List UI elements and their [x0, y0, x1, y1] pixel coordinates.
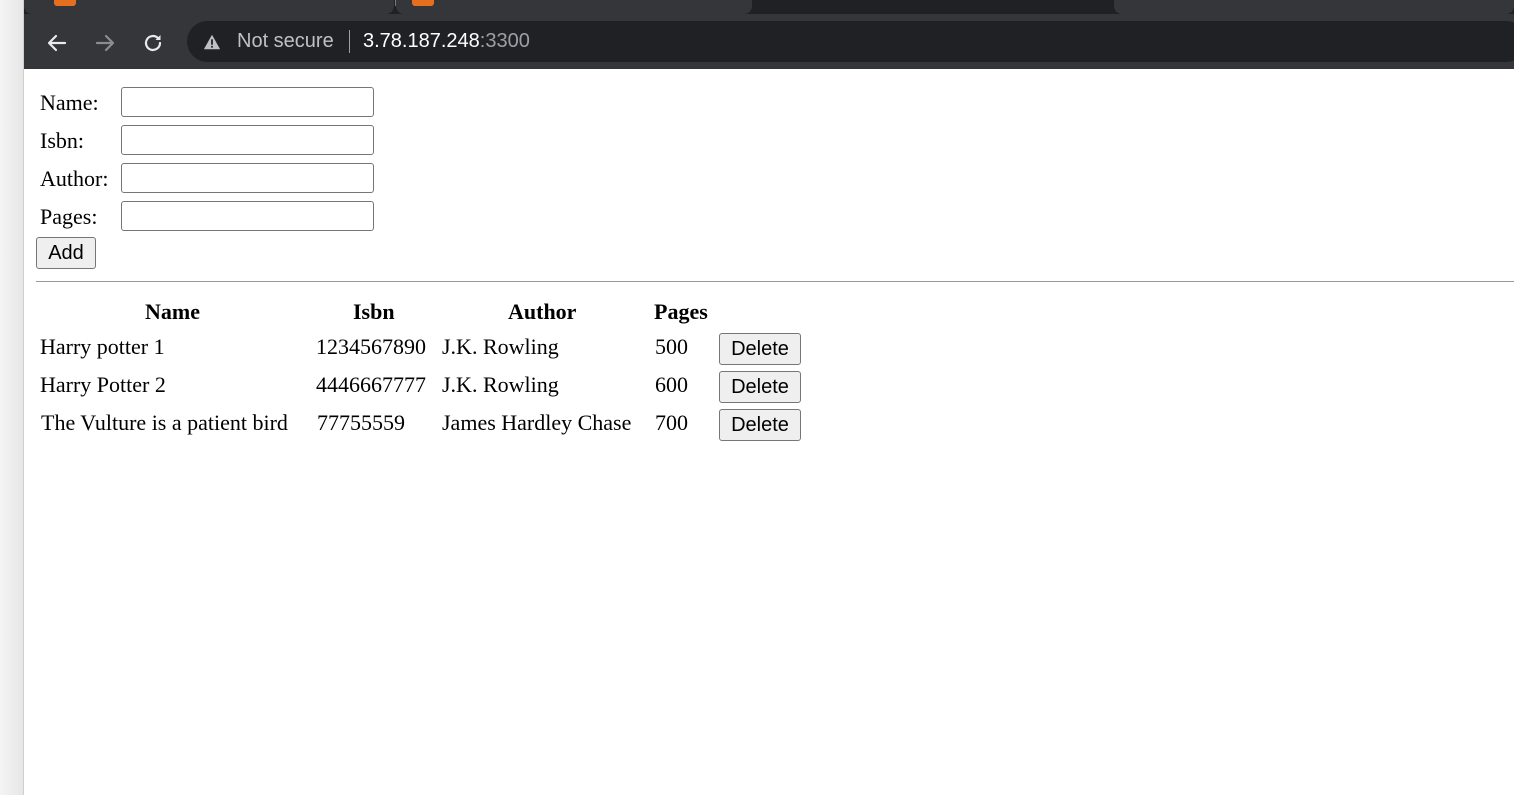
- author-form-row: Author:: [40, 162, 374, 196]
- table-header-pages: Pages: [654, 299, 708, 324]
- table-cell-author: J.K. Rowling: [442, 334, 559, 359]
- table-cell-isbn: 77755559: [317, 410, 405, 435]
- window-left-edge: [0, 0, 24, 795]
- table-cell-isbn: 4446667777: [316, 372, 426, 397]
- horizontal-divider: [36, 281, 1514, 282]
- tab-favicon-icon: [412, 0, 434, 6]
- browser-tab-3[interactable]: [1114, 0, 1514, 14]
- table-cell-name: The Vulture is a patient bird: [41, 410, 288, 435]
- name-label: Name:: [40, 90, 99, 115]
- url-port: :3300: [479, 30, 530, 52]
- table-cell-pages: 500: [655, 334, 688, 359]
- browser-toolbar: Not secure 3.78.187.248:3300: [24, 14, 1514, 69]
- pages-input[interactable]: [121, 201, 374, 231]
- omnibox-divider: [349, 30, 350, 53]
- arrow-right-icon: [95, 34, 115, 52]
- author-label: Author:: [40, 166, 109, 191]
- page-content: Name: Isbn: Author: Pages: Add Name Isbn…: [24, 69, 1514, 795]
- table-header-isbn: Isbn: [353, 299, 395, 324]
- url-host: 3.78.187.248: [363, 30, 480, 52]
- delete-button[interactable]: Delete: [719, 371, 801, 403]
- add-button[interactable]: Add: [36, 237, 96, 269]
- isbn-label: Isbn:: [40, 128, 84, 153]
- table-cell-isbn: 1234567890: [316, 334, 426, 359]
- name-form-row: Name:: [40, 86, 374, 120]
- forward-button[interactable]: [90, 28, 120, 58]
- reload-icon: [144, 34, 162, 52]
- delete-button[interactable]: Delete: [719, 409, 801, 441]
- table-cell-author: J.K. Rowling: [442, 372, 559, 397]
- table-cell-name: Harry Potter 2: [40, 372, 166, 397]
- table-cell-pages: 600: [655, 372, 688, 397]
- warning-triangle-icon: [203, 34, 221, 50]
- browser-tab-1[interactable]: [24, 0, 394, 14]
- tab-favicon-icon: [54, 0, 76, 6]
- address-bar[interactable]: Not secure 3.78.187.248:3300: [187, 21, 1514, 62]
- isbn-form-row: Isbn:: [40, 124, 374, 158]
- table-cell-author: James Hardley Chase: [442, 410, 632, 435]
- browser-tab-2[interactable]: [396, 0, 752, 14]
- pages-label: Pages:: [40, 204, 98, 229]
- reload-button[interactable]: [138, 28, 168, 58]
- arrow-left-icon: [47, 34, 67, 52]
- table-header-name: Name: [145, 299, 200, 324]
- url-text[interactable]: 3.78.187.248:3300: [363, 30, 530, 53]
- back-button[interactable]: [42, 28, 72, 58]
- pages-form-row: Pages:: [40, 200, 374, 234]
- author-input[interactable]: [121, 163, 374, 193]
- delete-button[interactable]: Delete: [719, 333, 801, 365]
- table-cell-name: Harry potter 1: [40, 334, 165, 359]
- name-input[interactable]: [121, 87, 374, 117]
- table-header-author: Author: [508, 299, 577, 324]
- table-cell-pages: 700: [655, 410, 688, 435]
- isbn-input[interactable]: [121, 125, 374, 155]
- security-status-label[interactable]: Not secure: [237, 30, 334, 53]
